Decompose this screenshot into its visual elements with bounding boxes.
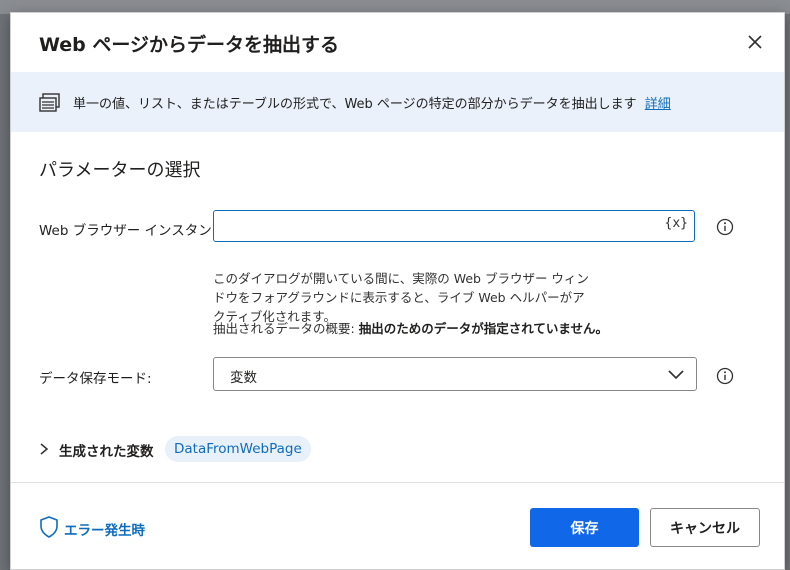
shield-icon: [40, 516, 58, 538]
summary-label: 抽出されるデータの概要:: [213, 321, 355, 336]
storage-mode-select[interactable]: 変数: [213, 357, 697, 391]
chevron-right-icon[interactable]: [39, 442, 49, 456]
close-button[interactable]: [744, 31, 766, 53]
table-icon: [39, 93, 60, 112]
close-icon: [748, 35, 762, 49]
extract-data-dialog: Web ページからデータを抽出する 単一の値、リスト、またはテーブルの形式で、W…: [10, 12, 785, 570]
chevron-down-icon: [668, 370, 684, 380]
extracted-data-summary: 抽出されるデータの概要: 抽出のためのデータが指定されていません。: [213, 318, 608, 337]
storage-mode-value: 変数: [230, 370, 257, 386]
generated-variables-label[interactable]: 生成された変数: [59, 440, 154, 460]
banner-text: 単一の値、リスト、またはテーブルの形式で、Web ページの特定の部分からデータを…: [73, 93, 671, 112]
info-banner: 単一の値、リスト、またはテーブルの形式で、Web ページの特定の部分からデータを…: [11, 72, 784, 132]
summary-value: 抽出のためのデータが指定されていません。: [358, 321, 608, 336]
variable-pill[interactable]: DataFromWebPage: [165, 436, 311, 462]
cancel-button[interactable]: キャンセル: [650, 508, 760, 547]
browser-instance-label: Web ブラウザー インスタンス:: [39, 223, 230, 239]
browser-instance-input[interactable]: {x}: [213, 210, 695, 242]
banner-description: 単一の値、リスト、またはテーブルの形式で、Web ページの特定の部分からデータを…: [73, 97, 637, 112]
save-button[interactable]: 保存: [530, 508, 639, 547]
section-title: パラメーターの選択: [39, 160, 201, 181]
learn-more-link[interactable]: 詳細: [645, 97, 671, 112]
info-icon[interactable]: [716, 367, 734, 385]
info-icon[interactable]: [716, 218, 734, 236]
footer-divider: [11, 482, 784, 483]
dialog-title: Web ページからデータを抽出する: [39, 34, 340, 56]
variable-picker-button[interactable]: {x}: [665, 216, 688, 231]
storage-mode-label: データ保存モード:: [39, 371, 152, 387]
on-error-label: エラー発生時: [64, 523, 145, 539]
